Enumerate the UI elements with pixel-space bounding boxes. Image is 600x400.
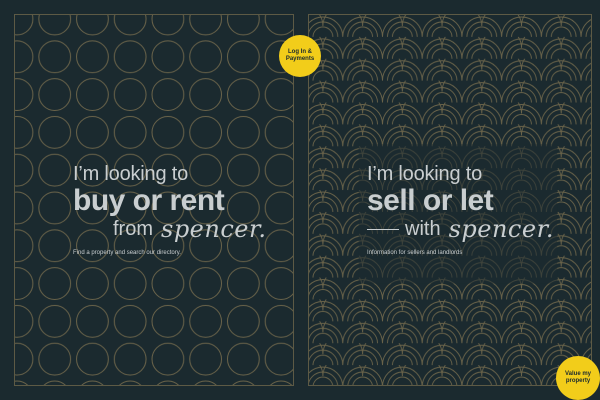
headline-line-2: buy or rent — [73, 184, 225, 217]
login-payments-button[interactable]: Log In & Payments — [279, 35, 321, 77]
headline-line-3: with spencer. — [367, 216, 554, 242]
spencer-logo: spencer. — [161, 215, 267, 243]
sell-or-let-description: Information for sellers and landlords — [367, 250, 463, 256]
headline-from: from — [113, 218, 153, 240]
value-my-property-button[interactable]: Value my property — [556, 356, 600, 400]
buy-or-rent-headline: I’m looking to buy or rent from spencer. — [73, 163, 266, 242]
dash-line — [367, 228, 399, 230]
login-payments-label: Log In & Payments — [285, 49, 315, 62]
headline-line-1: I’m looking to — [367, 163, 483, 185]
headline-line-1: I’m looking to — [73, 163, 189, 185]
buy-or-rent-description: Find a property and search our directory… — [73, 250, 181, 256]
sell-or-let-panel[interactable]: I’m looking to sell or let with spencer.… — [308, 14, 592, 386]
spencer-logo: spencer. — [448, 215, 555, 243]
value-my-property-label: Value my property — [564, 371, 591, 384]
headline-with: with — [405, 218, 441, 240]
headline-line-2: sell or let — [367, 184, 494, 217]
sell-or-let-headline: I’m looking to sell or let with spencer. — [367, 163, 554, 242]
buy-or-rent-panel[interactable]: I’m looking to buy or rent from spencer.… — [14, 14, 294, 386]
headline-line-3: from spencer. — [73, 216, 266, 242]
